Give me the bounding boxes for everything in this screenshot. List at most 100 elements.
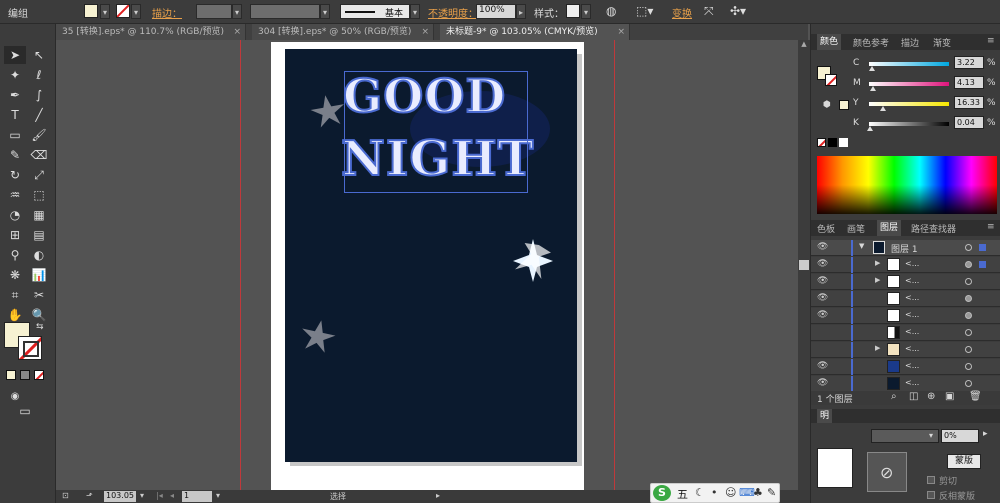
screen-mode-icon[interactable]: ▭ <box>14 402 36 420</box>
target-circle-icon[interactable] <box>965 312 972 319</box>
invert-mask-checkbox[interactable] <box>927 491 935 499</box>
layer-row[interactable]: 👁 ▶ <... <box>811 274 1000 290</box>
align-icon[interactable]: ⬚▾ <box>636 4 653 18</box>
stroke-style-dropdown[interactable]: ▾ <box>410 4 420 19</box>
layer-row[interactable]: ▶ <... <box>811 342 1000 358</box>
page-nav-icon[interactable]: ⊡ <box>62 491 69 500</box>
mask-thumbnail[interactable]: ⊘ <box>867 452 907 492</box>
layer-name[interactable]: <... <box>905 361 919 370</box>
layer-row-top[interactable]: 👁 ▼ 图层 1 <box>811 240 1000 256</box>
target-circle-icon[interactable] <box>965 278 972 285</box>
layer-name[interactable]: 图层 1 <box>891 242 918 255</box>
clipping-mask-icon[interactable]: ◫ <box>909 391 918 402</box>
expand-arrow-icon[interactable]: ▶ <box>875 276 880 284</box>
opacity-arrow-icon[interactable]: ▸ <box>983 429 988 439</box>
artboard-dropdown-icon[interactable]: ▾ <box>216 491 220 500</box>
target-circle-icon[interactable] <box>965 244 972 251</box>
graphic-style-dropdown[interactable]: ▾ <box>581 4 591 19</box>
shape-builder-tool-icon[interactable]: ◔ <box>4 206 26 224</box>
tab-gradient[interactable]: 渐变 <box>933 36 951 49</box>
selection-bounding-box[interactable] <box>344 71 528 193</box>
none-mode-icon[interactable] <box>34 370 44 380</box>
artboard-tool-icon[interactable]: ⌗ <box>4 286 26 304</box>
cyan-slider[interactable] <box>869 62 949 66</box>
perspective-grid-tool-icon[interactable]: ▦ <box>28 206 50 224</box>
fill-dropdown[interactable]: ▾ <box>100 4 110 19</box>
stroke-swatch[interactable] <box>116 4 130 18</box>
gradient-tool-icon[interactable]: ▤ <box>28 226 50 244</box>
eye-icon[interactable]: 👁 <box>817 310 828 320</box>
export-icon[interactable]: ⬏ <box>86 491 93 500</box>
clip-checkbox[interactable] <box>927 476 935 484</box>
eye-icon[interactable]: 👁 <box>817 361 828 371</box>
stroke-label[interactable]: 描边： <box>152 5 182 20</box>
tab-stroke[interactable]: 描边 <box>901 36 919 49</box>
eye-icon[interactable]: 👁 <box>817 242 828 252</box>
layer-row[interactable]: 👁 ▶ <... <box>811 257 1000 273</box>
scroll-thumb[interactable] <box>799 260 809 270</box>
cyan-value[interactable]: 3.22 <box>954 56 984 69</box>
artboard-number-input[interactable]: 1 <box>182 491 212 502</box>
variable-width-select[interactable] <box>250 4 320 19</box>
symbol-sprayer-tool-icon[interactable]: ❋ <box>4 266 26 284</box>
blend-tool-icon[interactable]: ◐ <box>28 246 50 264</box>
isolate-icon[interactable]: ⤧ <box>704 4 714 19</box>
layer-name[interactable]: <... <box>905 276 919 285</box>
close-icon[interactable]: × <box>421 24 429 40</box>
delete-layer-icon[interactable]: 🗑 <box>969 391 982 402</box>
layer-name[interactable]: <... <box>905 293 919 302</box>
punctuation-icon[interactable]: • <box>711 486 718 499</box>
curvature-tool-icon[interactable]: ∫ <box>28 86 50 104</box>
black-color-chip[interactable] <box>828 138 837 147</box>
none-color-chip[interactable] <box>817 138 826 147</box>
moon-icon[interactable]: ☾ <box>695 486 705 499</box>
layer-name[interactable]: <... <box>905 327 919 336</box>
expand-arrow-icon[interactable]: ▼ <box>859 242 864 250</box>
zoom-dropdown-icon[interactable]: ▾ <box>140 491 144 500</box>
tools-icon[interactable]: ✎ <box>767 486 776 499</box>
black-value[interactable]: 0.04 <box>954 116 984 129</box>
layer-name[interactable]: <... <box>905 310 919 319</box>
layer-row[interactable]: <... <box>811 325 1000 341</box>
opacity-label[interactable]: 不透明度： <box>428 5 478 20</box>
emoji-icon[interactable]: ☺ <box>725 486 736 499</box>
previous-artboard-icon[interactable]: ◂ <box>170 491 174 500</box>
target-circle-icon[interactable] <box>965 346 972 353</box>
tab-document-304[interactable]: 304 [转换].eps* @ 50% (RGB/预览) × <box>252 24 434 40</box>
close-icon[interactable]: × <box>233 24 241 40</box>
new-layer-icon[interactable]: ▣ <box>945 391 954 402</box>
tab-color[interactable]: 颜色 <box>817 34 842 50</box>
eye-icon[interactable]: 👁 <box>817 378 828 388</box>
pencil-tool-icon[interactable]: ✎ <box>4 146 26 164</box>
stroke-color-box[interactable] <box>18 336 42 360</box>
pen-tool-icon[interactable]: ✒ <box>4 86 26 104</box>
eyedropper-tool-icon[interactable]: ⚲ <box>4 246 26 264</box>
new-sublayer-icon[interactable]: ⊕ <box>927 391 935 402</box>
layer-row[interactable]: 👁 <... <box>811 359 1000 375</box>
yellow-slider-knob[interactable] <box>880 106 886 111</box>
tab-brushes[interactable]: 画笔 <box>847 222 865 235</box>
white-color-chip[interactable] <box>839 138 848 147</box>
scale-tool-icon[interactable]: ⤢ <box>28 166 50 184</box>
magenta-value[interactable]: 4.13 <box>954 76 984 89</box>
eraser-tool-icon[interactable]: ⌫ <box>28 146 50 164</box>
paintbrush-tool-icon[interactable]: 🖌 <box>28 126 50 144</box>
target-circle-icon[interactable] <box>965 363 972 370</box>
color-spectrum[interactable] <box>817 156 997 214</box>
sogou-logo-icon[interactable]: S <box>653 485 671 501</box>
transform-link[interactable]: 变换 <box>672 5 692 20</box>
magenta-slider-knob[interactable] <box>870 86 876 91</box>
graph-tool-icon[interactable]: 📊 <box>28 266 50 284</box>
close-icon[interactable]: × <box>617 24 625 40</box>
out-of-gamut-icon[interactable]: ⬢ <box>823 100 831 110</box>
scroll-up-icon[interactable]: ▲ <box>798 40 810 50</box>
fill-swatch[interactable] <box>84 4 98 18</box>
transparency-opacity-input[interactable]: 0% <box>941 429 979 443</box>
skin-icon[interactable]: ♣ <box>753 486 763 499</box>
opacity-dropdown[interactable]: ▸ <box>516 4 526 19</box>
target-circle-icon[interactable] <box>965 295 972 302</box>
layer-row[interactable]: 👁 <... <box>811 376 1000 392</box>
locate-object-icon[interactable]: ⌕ <box>891 391 897 402</box>
warp-tool-icon[interactable]: ♒ <box>4 186 26 204</box>
recolor-icon[interactable]: ◍ <box>606 4 616 18</box>
